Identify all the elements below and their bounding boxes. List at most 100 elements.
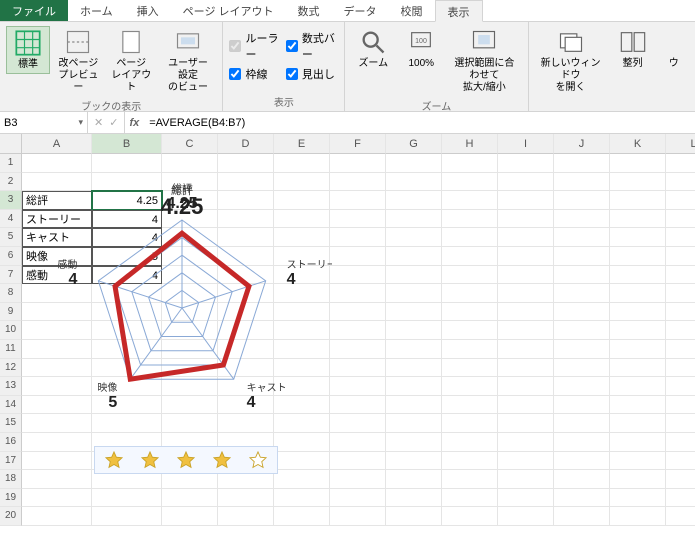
col-header-G[interactable]: G xyxy=(386,134,442,154)
cell-L12[interactable] xyxy=(666,359,695,378)
cell-L6[interactable] xyxy=(666,247,695,266)
col-header-H[interactable]: H xyxy=(442,134,498,154)
cell-J16[interactable] xyxy=(554,433,610,452)
cell-G4[interactable] xyxy=(386,210,442,229)
cell-J7[interactable] xyxy=(554,266,610,285)
cell-K17[interactable] xyxy=(610,452,666,471)
cell-G2[interactable] xyxy=(386,173,442,192)
row-header-3[interactable]: 3 xyxy=(0,191,22,210)
cell-G14[interactable] xyxy=(386,396,442,415)
cell-K5[interactable] xyxy=(610,228,666,247)
cell-I15[interactable] xyxy=(498,414,554,433)
cell-K18[interactable] xyxy=(610,470,666,489)
cell-A19[interactable] xyxy=(22,489,92,508)
cell-K1[interactable] xyxy=(610,154,666,173)
formula-cancel-icon[interactable]: ✕ xyxy=(94,116,103,129)
zoom-100-button[interactable]: 100 100% xyxy=(399,26,443,72)
cell-D19[interactable] xyxy=(218,489,274,508)
tab-file[interactable]: ファイル xyxy=(0,0,68,21)
cell-K3[interactable] xyxy=(610,191,666,210)
cell-A18[interactable] xyxy=(22,470,92,489)
cell-H11[interactable] xyxy=(442,340,498,359)
cell-L3[interactable] xyxy=(666,191,695,210)
row-header-2[interactable]: 2 xyxy=(0,173,22,192)
tab-data[interactable]: データ xyxy=(332,0,389,21)
tab-insert[interactable]: 挿入 xyxy=(125,0,171,21)
cell-E20[interactable] xyxy=(274,507,330,526)
cell-I20[interactable] xyxy=(498,507,554,526)
cell-I14[interactable] xyxy=(498,396,554,415)
row-header-1[interactable]: 1 xyxy=(0,154,22,173)
cell-H15[interactable] xyxy=(442,414,498,433)
cell-C19[interactable] xyxy=(162,489,218,508)
cell-L11[interactable] xyxy=(666,340,695,359)
col-header-C[interactable]: C xyxy=(162,134,218,154)
fx-icon[interactable]: fx xyxy=(125,112,143,133)
spreadsheet-grid[interactable]: 1234567891011121314151617181920 ABCDEFGH… xyxy=(0,134,695,540)
col-header-J[interactable]: J xyxy=(554,134,610,154)
row-header-11[interactable]: 11 xyxy=(0,340,22,359)
tab-view[interactable]: 表示 xyxy=(435,0,483,22)
cell-F9[interactable] xyxy=(330,303,386,322)
cell-L8[interactable] xyxy=(666,284,695,303)
cell-I5[interactable] xyxy=(498,228,554,247)
cell-K13[interactable] xyxy=(610,377,666,396)
cell-J13[interactable] xyxy=(554,377,610,396)
cell-I3[interactable] xyxy=(498,191,554,210)
view-normal-button[interactable]: 標準 xyxy=(6,26,50,74)
select-all-corner[interactable] xyxy=(0,134,22,154)
radar-chart[interactable]: 総評4.25ストーリー4キャスト4映像5感動4総評4.25 xyxy=(32,158,332,438)
cell-L15[interactable] xyxy=(666,414,695,433)
cell-I7[interactable] xyxy=(498,266,554,285)
formula-input[interactable]: =AVERAGE(B4:B7) xyxy=(143,112,695,133)
cell-F20[interactable] xyxy=(330,507,386,526)
cell-K4[interactable] xyxy=(610,210,666,229)
cell-I4[interactable] xyxy=(498,210,554,229)
cell-J20[interactable] xyxy=(554,507,610,526)
cell-H14[interactable] xyxy=(442,396,498,415)
cell-I9[interactable] xyxy=(498,303,554,322)
cell-H1[interactable] xyxy=(442,154,498,173)
row-header-10[interactable]: 10 xyxy=(0,321,22,340)
cell-L4[interactable] xyxy=(666,210,695,229)
cell-H20[interactable] xyxy=(442,507,498,526)
col-header-F[interactable]: F xyxy=(330,134,386,154)
cell-H7[interactable] xyxy=(442,266,498,285)
cell-F14[interactable] xyxy=(330,396,386,415)
cell-J4[interactable] xyxy=(554,210,610,229)
cell-G7[interactable] xyxy=(386,266,442,285)
row-header-6[interactable]: 6 xyxy=(0,247,22,266)
col-header-L[interactable]: L xyxy=(666,134,695,154)
cell-G1[interactable] xyxy=(386,154,442,173)
cell-I1[interactable] xyxy=(498,154,554,173)
cell-I6[interactable] xyxy=(498,247,554,266)
cell-L13[interactable] xyxy=(666,377,695,396)
cell-K9[interactable] xyxy=(610,303,666,322)
tab-pagelayout[interactable]: ページ レイアウト xyxy=(171,0,286,21)
cell-G6[interactable] xyxy=(386,247,442,266)
cell-F11[interactable] xyxy=(330,340,386,359)
cell-F2[interactable] xyxy=(330,173,386,192)
cell-F15[interactable] xyxy=(330,414,386,433)
view-custom-button[interactable]: ユーザー設定 のビュー xyxy=(160,26,217,96)
cell-F12[interactable] xyxy=(330,359,386,378)
cell-J9[interactable] xyxy=(554,303,610,322)
gridlines-checkbox[interactable]: 枠線 xyxy=(229,66,281,82)
row-header-17[interactable]: 17 xyxy=(0,452,22,471)
cell-C20[interactable] xyxy=(162,507,218,526)
tab-review[interactable]: 校閲 xyxy=(389,0,435,21)
cell-H9[interactable] xyxy=(442,303,498,322)
cell-J18[interactable] xyxy=(554,470,610,489)
cell-F13[interactable] xyxy=(330,377,386,396)
row-header-13[interactable]: 13 xyxy=(0,377,22,396)
row-header-5[interactable]: 5 xyxy=(0,228,22,247)
cell-H13[interactable] xyxy=(442,377,498,396)
cell-J5[interactable] xyxy=(554,228,610,247)
cell-H3[interactable] xyxy=(442,191,498,210)
cell-G11[interactable] xyxy=(386,340,442,359)
cell-G10[interactable] xyxy=(386,321,442,340)
cell-L7[interactable] xyxy=(666,266,695,285)
row-header-4[interactable]: 4 xyxy=(0,210,22,229)
cell-I19[interactable] xyxy=(498,489,554,508)
cell-J10[interactable] xyxy=(554,321,610,340)
